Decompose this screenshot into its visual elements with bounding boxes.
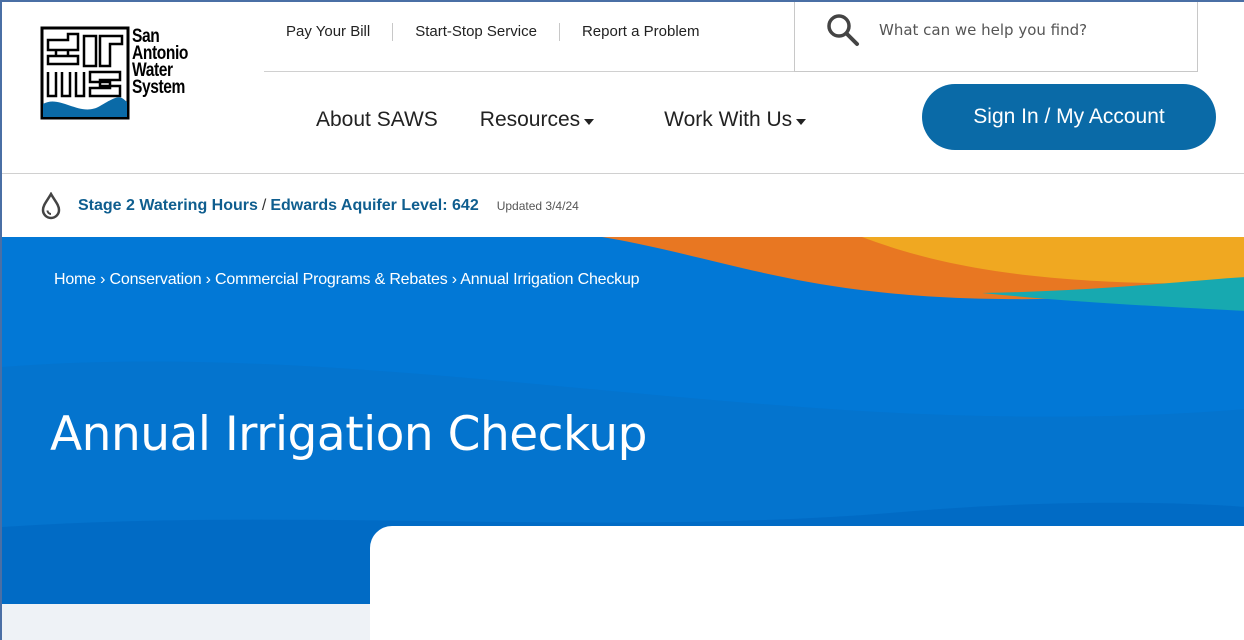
saws-logo-mark	[40, 26, 130, 120]
aquifer-level-link[interactable]: Edwards Aquifer Level: 642	[270, 197, 478, 215]
side-panel	[2, 604, 370, 640]
updated-date: Updated 3/4/24	[496, 198, 579, 213]
search-icon[interactable]	[825, 12, 861, 48]
breadcrumb-commercial-programs[interactable]: Commercial Programs & Rebates	[215, 271, 448, 288]
nav-about-saws[interactable]: About SAWS	[316, 108, 438, 132]
breadcrumb-separator: ›	[205, 271, 216, 288]
main-nav: About SAWS Resources Work With Us	[316, 108, 848, 132]
breadcrumb-separator: ›	[451, 271, 461, 288]
search-box	[794, 2, 1198, 72]
page-frame: San Antonio Water System Pay Your Bill S…	[0, 0, 1244, 640]
utility-nav: Pay Your Bill Start-Stop Service Report …	[264, 2, 794, 72]
saws-logo[interactable]: San Antonio Water System	[40, 26, 210, 122]
breadcrumb-home[interactable]: Home	[54, 271, 96, 288]
breadcrumb: Home › Conservation › Commercial Program…	[54, 271, 640, 289]
nav-about-saws-label: About SAWS	[316, 108, 438, 131]
caret-down-icon	[584, 118, 595, 125]
logo-wordmark: San Antonio Water System	[132, 27, 188, 98]
alert-bar: Stage 2 Watering Hours / Edwards Aquifer…	[2, 173, 1244, 237]
breadcrumb-current: Annual Irrigation Checkup	[460, 271, 640, 288]
sign-in-button[interactable]: Sign In / My Account	[922, 84, 1216, 150]
caret-down-icon	[796, 118, 807, 125]
breadcrumb-conservation[interactable]: Conservation	[110, 271, 202, 288]
search-input[interactable]	[879, 20, 1179, 39]
nav-resources[interactable]: Resources	[479, 108, 595, 132]
logo-line-4: System	[132, 77, 185, 98]
watering-hours-link[interactable]: Stage 2 Watering Hours	[78, 197, 258, 215]
alert-separator: /	[261, 196, 267, 214]
breadcrumb-separator: ›	[100, 271, 110, 288]
pay-bill-link[interactable]: Pay Your Bill	[264, 22, 394, 41]
start-stop-service-link[interactable]: Start-Stop Service	[393, 22, 560, 41]
nav-resources-label: Resources	[479, 108, 581, 131]
page-title: Annual Irrigation Checkup	[50, 407, 647, 462]
nav-work-with-us-label: Work With Us	[664, 108, 793, 131]
water-drop-icon	[41, 191, 61, 219]
report-problem-link[interactable]: Report a Problem	[560, 23, 722, 41]
content-card	[370, 526, 1244, 640]
nav-work-with-us[interactable]: Work With Us	[664, 108, 807, 132]
site-header: San Antonio Water System Pay Your Bill S…	[2, 2, 1244, 172]
